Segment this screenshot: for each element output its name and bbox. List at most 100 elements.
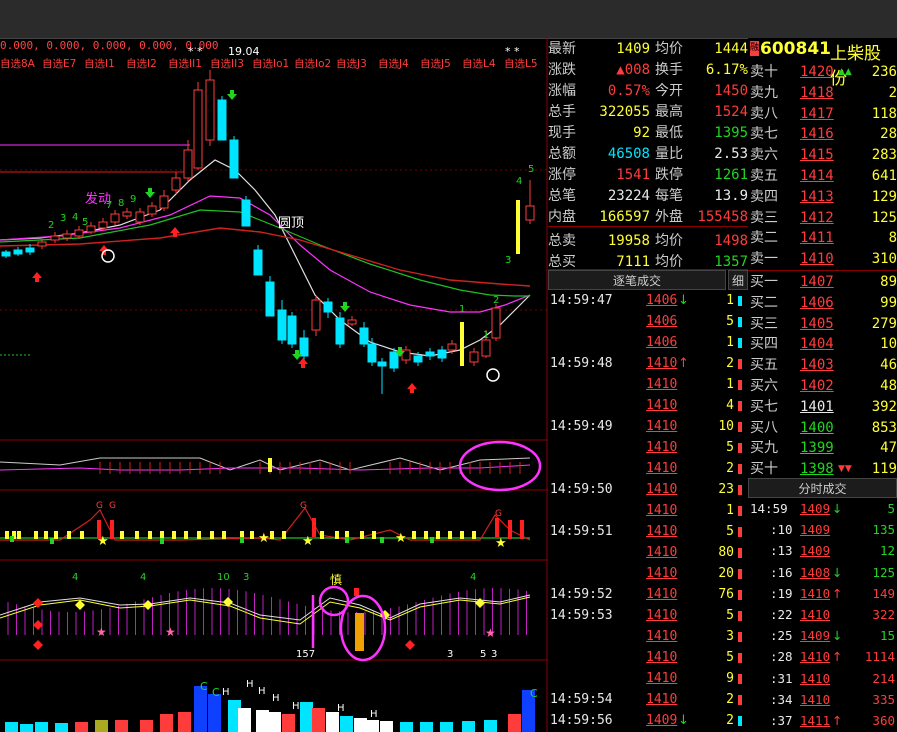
tick-flow-mark	[738, 653, 742, 663]
tick-flow-mark	[738, 548, 742, 558]
svg-text:G: G	[96, 501, 103, 511]
minute-time-2: :13	[770, 543, 793, 559]
buy-volume-11: 99	[880, 294, 897, 311]
watchlist-tab-3[interactable]: 自选I2	[126, 57, 157, 70]
watchlist-tab-0[interactable]: 自选8A	[0, 57, 36, 70]
minute-time-7: :28	[770, 649, 793, 665]
watchlist-tab-5[interactable]: 自选II3	[210, 57, 244, 70]
candle-0	[1, 251, 11, 257]
watchlist-tab-4[interactable]: 自选II1	[168, 57, 202, 70]
svg-text:G: G	[109, 501, 116, 511]
minute-time-9: :34	[770, 691, 793, 707]
volume-bar-26	[440, 722, 453, 732]
minute-trades-header[interactable]: 分时成交	[748, 478, 897, 498]
indicator2-bar-12	[172, 531, 176, 539]
watchlist-tab-10[interactable]: 自选J5	[420, 57, 451, 70]
quote-row-5: 总额 46508 量比 2.53	[548, 143, 748, 165]
quote-value-7: 23224	[607, 188, 650, 204]
candle-20	[241, 199, 251, 227]
indicator2-bar-14	[197, 531, 201, 539]
quote-value-9: 19958	[607, 233, 650, 249]
candle-10	[122, 211, 132, 217]
tick-detail-button[interactable]: 细	[728, 270, 748, 290]
minute-volume-2: 12	[879, 543, 895, 559]
indicator3-number-labels: 4 4 10 3 4	[72, 572, 476, 583]
quote-panel: 最新 1409 均价 1444 涨跌 ▲008 换手 6.17% 涨幅 0.57% 今开 1450 总手…	[548, 38, 748, 270]
tick-price-11: 1410	[646, 524, 678, 539]
sell-price-0: 1420	[800, 64, 834, 80]
minute-time-3: :16	[770, 564, 793, 580]
minute-price-8: 1410	[800, 670, 831, 686]
svg-text:2: 2	[48, 220, 54, 231]
watchlist-tab-8[interactable]: 自选J3	[336, 57, 367, 70]
sell-label-9: 卖一	[750, 251, 778, 268]
watchlist-tab-11[interactable]: 自选L4	[462, 57, 496, 70]
svg-text:5: 5	[480, 649, 486, 660]
quote-value2-9: 1498	[714, 233, 748, 249]
minute-price-10: 1411	[800, 713, 831, 728]
indicator2-red-bar-1	[110, 520, 114, 539]
buy-label-18: 买九	[750, 440, 778, 457]
svg-text:H: H	[370, 709, 378, 720]
minute-time-10: :37	[770, 713, 793, 728]
watchlist-tab-6[interactable]: 自选Io1	[252, 57, 289, 70]
sell-level-7: 卖三 1412 125	[748, 208, 897, 229]
minute-volume-9: 335	[872, 691, 895, 707]
minute-price-6: 1409	[800, 628, 831, 644]
indicator2-bar-29	[448, 531, 452, 539]
candle-37	[437, 349, 447, 359]
sell-price-1: 1418	[800, 84, 834, 101]
volume-bar-14	[256, 710, 269, 732]
minute-volume-4: 149	[872, 585, 895, 601]
tick-row-10: 1410 1	[548, 500, 748, 521]
candle-39	[460, 322, 464, 366]
tick-price-7: 1410	[646, 440, 678, 455]
svg-text:★: ★	[302, 534, 314, 549]
buy-level-14: 买五 1403 46	[748, 355, 897, 376]
watchlist-tab-2[interactable]: 自选I1	[84, 57, 115, 70]
sell-price-8: 1411	[800, 230, 834, 247]
watchlist-tab-strip[interactable]: 自选8A 自选E7 自选I1 自选I2 自选II1 自选II3 自选Io1 自选Io2 自选J3…	[0, 57, 538, 70]
svg-text:2: 2	[493, 295, 499, 306]
quote-value2-3: 1524	[714, 104, 748, 120]
tick-trades-panel[interactable]: 逐笔成交 细 14:59:47 1406 ↓ 1 1406 5 1406 1 14:59:48 1…	[548, 270, 748, 732]
watchlist-tab-1[interactable]: 自选E7	[42, 57, 76, 70]
minute-up-arrow-icon: ↑	[832, 713, 843, 728]
minute-row-0: 14:59 1409 ↓ 5	[748, 499, 897, 520]
tick-volume-0: 1	[726, 293, 734, 308]
indicator2-star-icons: ★ ★ ★ ★ ★	[97, 531, 507, 551]
minute-row-9: :34 1410 335	[748, 690, 897, 711]
indicator2-green-bar-6	[430, 537, 434, 543]
candle-29	[347, 319, 357, 325]
tick-header-title[interactable]: 逐笔成交	[548, 270, 726, 290]
indicator2-red-bar-4	[508, 520, 512, 539]
volume-bar-1	[20, 724, 33, 732]
quote-label2-6: 跌停	[655, 167, 683, 183]
kline-chart-area[interactable]: 0.000, 0.000, 0.000, 0.000, 0.000 * * 19…	[0, 38, 548, 732]
minute-time-5: :22	[770, 607, 793, 622]
buy-price-15: 1402	[800, 378, 834, 394]
quote-value-4: 92	[633, 125, 650, 141]
tick-row-9: 14:59:50 1410 23	[548, 479, 748, 500]
tick-flow-mark	[738, 506, 742, 516]
watchlist-tab-9[interactable]: 自选J4	[378, 57, 409, 70]
minute-price-9: 1410	[800, 691, 831, 707]
tick-row-20: 14:59:56 1409 ↓ 2	[548, 710, 748, 731]
buy-level-17: 买八 1400 853	[748, 418, 897, 439]
watchlist-tab-12[interactable]: 自选L5	[504, 57, 538, 70]
minute-trades-panel[interactable]: 分时成交 14:59 1409 ↓ 5:10 1409 135:13 1409 12:16 14…	[748, 478, 897, 732]
buy-volume-14: 46	[880, 357, 897, 374]
candle-14	[171, 177, 181, 191]
svg-text:H: H	[246, 679, 254, 690]
tick-row-5: 1410 4	[548, 395, 748, 416]
candle-27	[323, 301, 333, 313]
quote-label-5: 总额	[548, 146, 576, 162]
sell-price-2: 1417	[800, 105, 834, 122]
svg-text:4: 4	[516, 176, 522, 187]
tick-time-11: 14:59:51	[550, 524, 613, 539]
candle-21	[253, 249, 263, 276]
candle-41	[481, 339, 491, 357]
watchlist-tab-7[interactable]: 自选Io2	[294, 57, 331, 70]
candle-19	[229, 139, 239, 179]
candle-9	[110, 213, 120, 223]
